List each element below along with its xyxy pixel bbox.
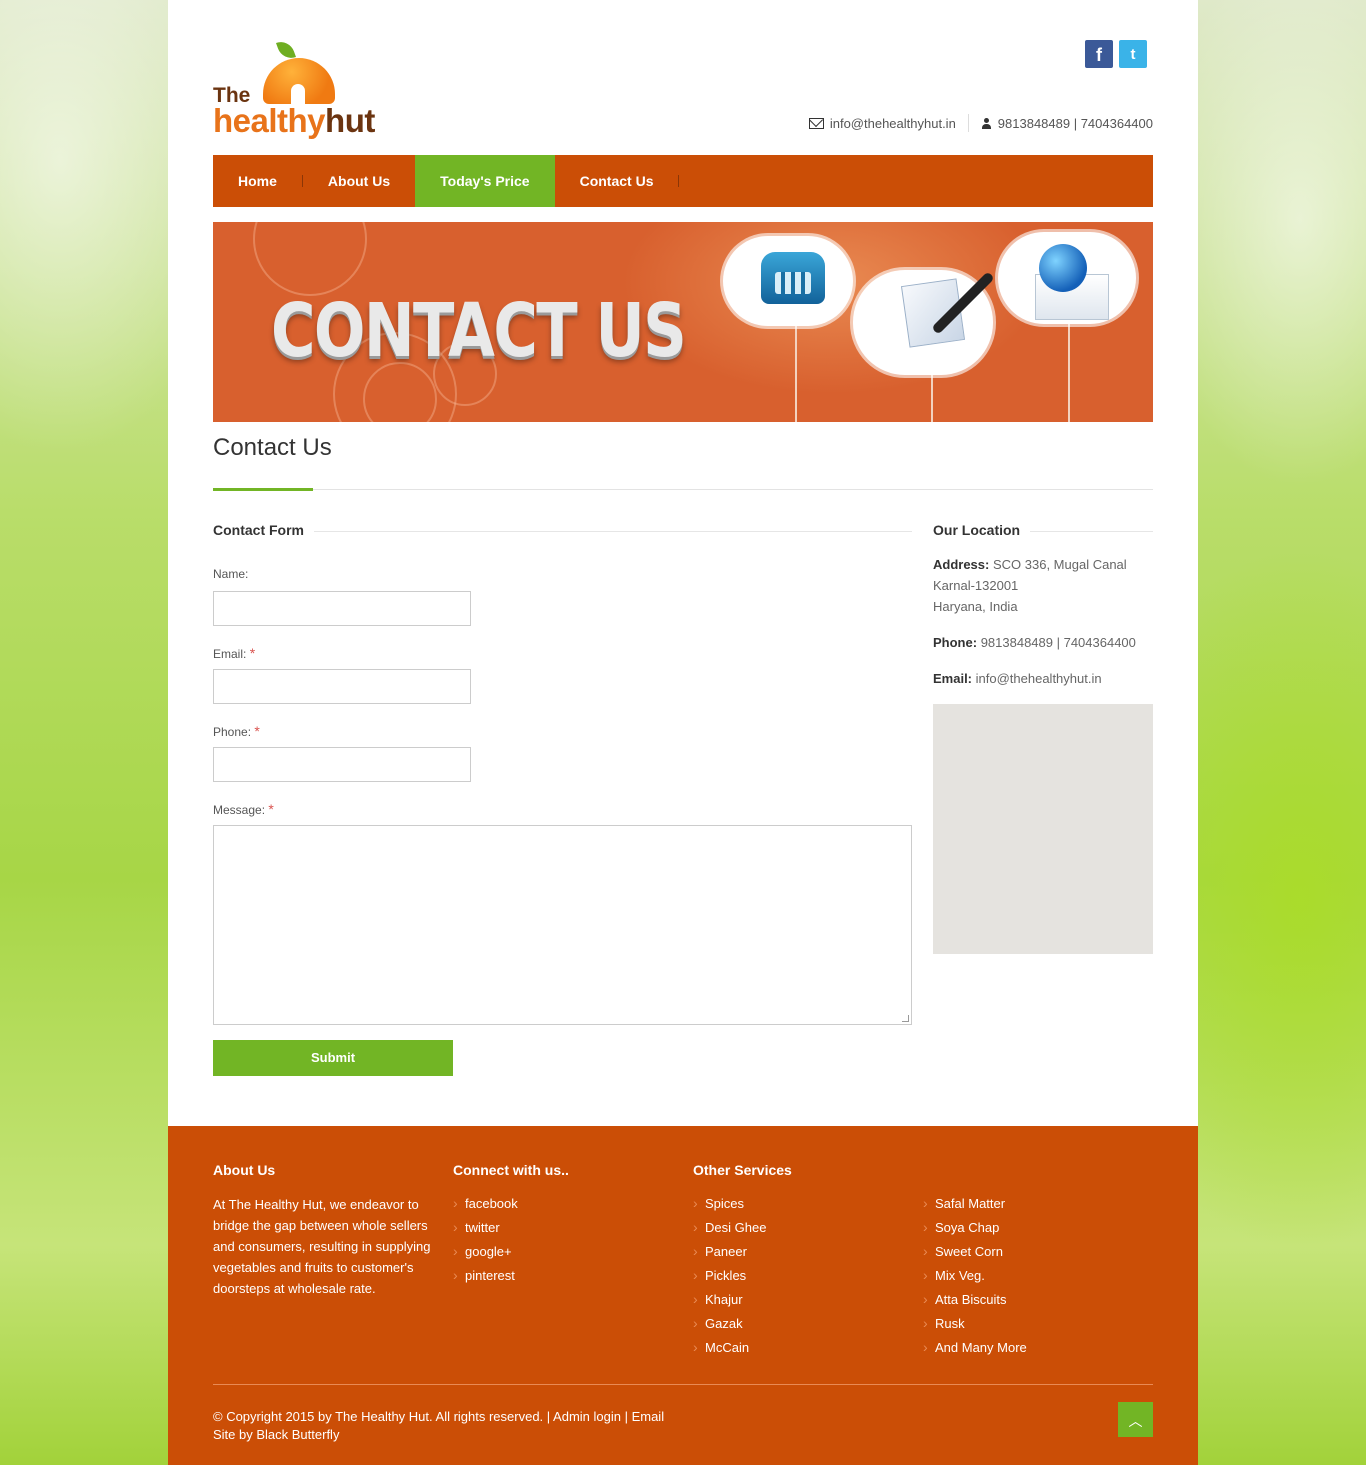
- title-accent-bar: [213, 488, 313, 491]
- service-link[interactable]: Gazak: [693, 1311, 766, 1336]
- twitter-icon[interactable]: t: [1119, 40, 1147, 68]
- mail-icon: [808, 117, 824, 129]
- service-link[interactable]: McCain: [693, 1335, 766, 1360]
- name-label: Name:: [213, 567, 249, 581]
- scroll-to-top-button[interactable]: ︿: [1118, 1402, 1153, 1437]
- divider: [967, 114, 969, 132]
- message-label: Message: *: [213, 801, 274, 817]
- footer-link-twitter[interactable]: twitter: [453, 1215, 518, 1240]
- contact-banner: CONTACT US: [213, 222, 1153, 422]
- service-link[interactable]: Khajur: [693, 1287, 766, 1312]
- globe-icon: [1039, 244, 1087, 292]
- service-link[interactable]: Sweet Corn: [923, 1239, 1027, 1264]
- footer-credit: Site by Black Butterfly: [213, 1427, 340, 1442]
- location-email: Email: info@thehealthyhut.in: [933, 671, 1102, 686]
- nav-item-about-us[interactable]: About Us: [303, 155, 415, 207]
- nav-item-contact-us[interactable]: Contact Us: [555, 155, 679, 207]
- location-heading: Our Location: [933, 522, 1031, 538]
- footer-link-googleplus[interactable]: google+: [453, 1239, 518, 1264]
- name-input[interactable]: [213, 591, 471, 626]
- chevron-up-icon: ︿: [1128, 1413, 1143, 1429]
- location-address: Address: SCO 336, Mugal Canal Karnal-132…: [933, 557, 1127, 614]
- footer-link-facebook[interactable]: facebook: [453, 1191, 518, 1216]
- header-email[interactable]: info@thehealthyhut.in: [830, 116, 956, 131]
- service-link[interactable]: Pickles: [693, 1263, 766, 1288]
- location-map[interactable]: [933, 704, 1153, 954]
- submit-button[interactable]: Submit: [213, 1040, 453, 1076]
- header-phones: 9813848489 | 7404364400: [997, 115, 1153, 131]
- nav-divider: [678, 175, 680, 187]
- footer-services-list-2: Safal Matter Soya Chap Sweet Corn Mix Ve…: [923, 1191, 1027, 1360]
- footer-services-heading: Other Services: [693, 1162, 792, 1178]
- footer-copyright: © Copyright 2015 by The Healthy Hut. All…: [213, 1409, 665, 1442]
- header-contact-strip: info@thehealthyhut.in 9813848489 | 74043…: [808, 114, 1153, 132]
- service-link[interactable]: Safal Matter: [923, 1191, 1027, 1216]
- service-link[interactable]: Spices: [693, 1191, 766, 1216]
- facebook-icon[interactable]: f: [1085, 40, 1113, 68]
- nav-item-home[interactable]: Home: [213, 155, 302, 207]
- service-link[interactable]: And Many More: [923, 1335, 1027, 1360]
- contact-form-heading: Contact Form: [213, 522, 314, 538]
- telephone-icon: [761, 252, 825, 304]
- service-link[interactable]: Paneer: [693, 1239, 766, 1264]
- page-container: The healthyhut f t info@thehealthyhut.in…: [168, 0, 1198, 1465]
- logo-text-healthyhut: healthyhut: [213, 102, 375, 139]
- resize-handle-icon[interactable]: [902, 1015, 909, 1022]
- logo-hut-door: [291, 84, 305, 104]
- service-link[interactable]: Soya Chap: [923, 1215, 1027, 1240]
- message-textarea[interactable]: [213, 825, 912, 1025]
- email-label: Email: *: [213, 645, 256, 661]
- section-divider: [213, 531, 912, 532]
- footer-divider: [213, 1384, 1153, 1385]
- main-nav: Home About Us Today's Price Contact Us: [213, 155, 1153, 207]
- footer-about-heading: About Us: [213, 1162, 276, 1178]
- site-footer: About Us At The Healthy Hut, we endeavor…: [168, 1126, 1198, 1465]
- banner-title: CONTACT US: [271, 288, 687, 374]
- nav-item-todays-price[interactable]: Today's Price: [415, 155, 555, 207]
- user-icon: [981, 117, 992, 129]
- service-link[interactable]: Mix Veg.: [923, 1263, 1027, 1288]
- phone-label: Phone: *: [213, 723, 260, 739]
- page-title: Contact Us: [213, 434, 332, 461]
- service-link[interactable]: Atta Biscuits: [923, 1287, 1027, 1312]
- title-divider: [213, 489, 1153, 490]
- location-phone: Phone: 9813848489 | 7404364400: [933, 635, 1136, 650]
- footer-social-links: facebook twitter google+ pinterest: [453, 1191, 518, 1288]
- footer-connect-heading: Connect with us..: [453, 1162, 569, 1178]
- phone-input[interactable]: [213, 747, 471, 782]
- service-link[interactable]: Rusk: [923, 1311, 1027, 1336]
- footer-services-list-1: Spices Desi Ghee Paneer Pickles Khajur G…: [693, 1191, 766, 1360]
- footer-link-pinterest[interactable]: pinterest: [453, 1263, 518, 1288]
- email-input[interactable]: [213, 669, 471, 704]
- footer-about-text: At The Healthy Hut, we endeavor to bridg…: [213, 1197, 431, 1296]
- service-link[interactable]: Desi Ghee: [693, 1215, 766, 1240]
- site-logo[interactable]: The healthyhut: [213, 38, 393, 142]
